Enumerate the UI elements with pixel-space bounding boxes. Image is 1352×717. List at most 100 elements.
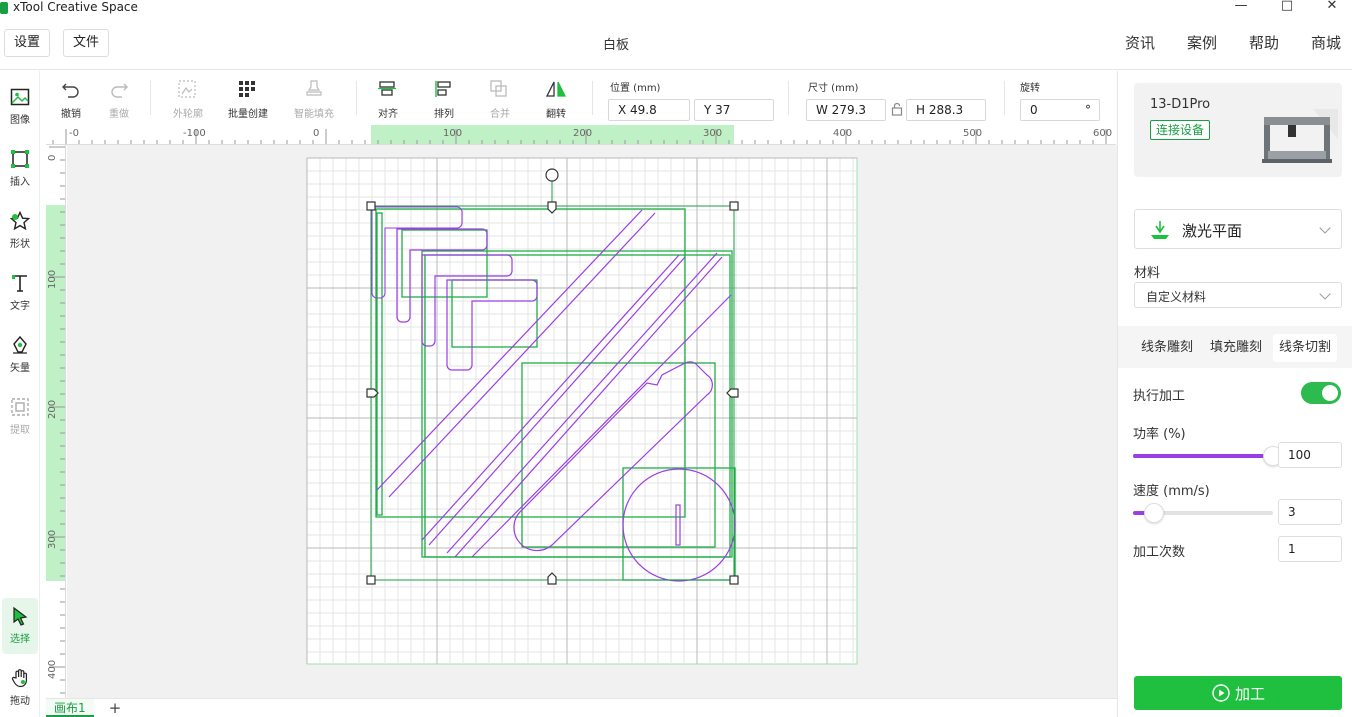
tool-image-label: 图像 xyxy=(10,115,30,126)
image-icon xyxy=(10,88,30,106)
nav-cases-link[interactable]: 案例 xyxy=(1187,32,1217,53)
select-cursor-icon xyxy=(13,606,28,626)
toolbar-divider xyxy=(356,81,357,115)
left-toolbar: 图像 插入 形状 文字 矢量 提取 选择 拖动 xyxy=(0,71,40,717)
rotate-input[interactable]: 0 ° xyxy=(1020,99,1100,121)
ruler-label: 200 xyxy=(47,400,58,419)
batch-create-button[interactable]: 批量创建 xyxy=(224,75,272,121)
speed-slider-knob[interactable] xyxy=(1144,503,1164,523)
redo-icon xyxy=(111,83,128,98)
resize-handle[interactable] xyxy=(366,575,376,585)
passes-input[interactable]: 1 xyxy=(1278,536,1342,562)
tool-select[interactable]: 选择 xyxy=(2,598,38,654)
material-select[interactable]: 自定义材料 xyxy=(1134,282,1342,308)
minimize-button[interactable]: — xyxy=(1226,0,1256,14)
design-canvas[interactable] xyxy=(67,145,1117,698)
ruler-label: 100 xyxy=(47,270,58,289)
close-button[interactable]: ✕ xyxy=(1317,0,1347,14)
add-canvas-button[interactable]: + xyxy=(106,699,124,717)
resize-handle[interactable] xyxy=(729,201,739,211)
app-logo-icon xyxy=(0,2,8,14)
size-label: 尺寸 (mm) xyxy=(808,83,859,94)
arrange-label: 排列 xyxy=(434,109,454,120)
tool-pan-label: 拖动 xyxy=(10,696,30,707)
outline-button[interactable]: 外轮廓 xyxy=(164,75,212,121)
laser-plane-icon xyxy=(1151,221,1169,239)
resize-handle[interactable] xyxy=(366,201,376,211)
ruler-label: 500 xyxy=(963,128,982,139)
power-slider[interactable] xyxy=(1133,446,1283,466)
rotate-unit: ° xyxy=(1085,103,1091,117)
smart-fill-label: 智能填充 xyxy=(294,109,334,120)
chevron-down-icon xyxy=(1319,288,1331,300)
device-card[interactable]: 13-D1Pro 连接设备 xyxy=(1134,83,1342,177)
tool-shape[interactable]: 形状 xyxy=(2,203,38,259)
tool-vector-label: 矢量 xyxy=(10,363,30,374)
tab-line-engrave[interactable]: 线条雕刻 xyxy=(1135,334,1199,362)
tool-image[interactable]: 图像 xyxy=(2,79,38,135)
tool-insert[interactable]: 插入 xyxy=(2,141,38,197)
stamp-icon xyxy=(306,80,322,96)
tool-extract[interactable]: 提取 xyxy=(2,389,38,445)
text-icon xyxy=(12,275,27,292)
rotate-handle[interactable] xyxy=(545,168,559,182)
app-title: xTool Creative Space xyxy=(13,0,138,14)
speed-slider[interactable] xyxy=(1133,503,1273,523)
canvas-tab[interactable]: 画布1 xyxy=(46,699,94,717)
undo-label: 撤销 xyxy=(61,109,81,120)
combine-icon xyxy=(490,80,507,97)
execute-toggle[interactable] xyxy=(1301,382,1341,404)
work-area xyxy=(306,157,858,665)
nav-news-link[interactable]: 资讯 xyxy=(1125,32,1155,53)
tool-pan[interactable]: 拖动 xyxy=(2,660,38,716)
power-slider-fill xyxy=(1133,454,1273,458)
material-value: 自定义材料 xyxy=(1146,290,1207,304)
combine-button[interactable]: 合并 xyxy=(480,75,520,121)
laser-mode-value: 激光平面 xyxy=(1182,222,1243,240)
power-input[interactable]: 100 xyxy=(1278,442,1342,468)
process-button[interactable]: 加工 xyxy=(1134,676,1342,710)
height-input[interactable]: H 288.3 xyxy=(906,99,986,121)
smart-fill-button[interactable]: 智能填充 xyxy=(284,75,344,121)
x-position-input[interactable]: X 49.8 xyxy=(608,99,690,121)
vector-pen-icon xyxy=(13,335,27,354)
extract-icon xyxy=(11,398,29,416)
tab-fill-engrave[interactable]: 填充雕刻 xyxy=(1204,334,1268,362)
tool-select-label: 选择 xyxy=(10,634,30,645)
rotate-value: 0 xyxy=(1030,103,1038,117)
insert-icon xyxy=(11,150,29,168)
settings-button[interactable]: 设置 xyxy=(4,29,51,57)
tab-line-cut[interactable]: 线条切割 xyxy=(1273,334,1338,362)
resize-handle[interactable] xyxy=(729,575,739,585)
tool-vector[interactable]: 矢量 xyxy=(2,327,38,383)
redo-button[interactable]: 重做 xyxy=(100,75,138,121)
toolbar-divider xyxy=(788,81,789,115)
undo-button[interactable]: 撤销 xyxy=(52,75,90,121)
tool-extract-label: 提取 xyxy=(10,425,30,436)
y-position-input[interactable]: Y 37 xyxy=(694,99,774,121)
redo-label: 重做 xyxy=(109,109,129,120)
flip-label: 翻转 xyxy=(546,109,566,120)
flip-button[interactable]: 翻转 xyxy=(536,75,576,121)
outline-label: 外轮廓 xyxy=(173,109,203,120)
speed-input[interactable]: 3 xyxy=(1278,499,1342,525)
tool-text[interactable]: 文字 xyxy=(2,265,38,321)
toolbar-divider xyxy=(1004,81,1005,115)
file-button[interactable]: 文件 xyxy=(63,29,110,57)
horizontal-ruler: -0 -100 0 100 200 300 400 500 600 xyxy=(46,125,1116,145)
align-button[interactable]: 对齐 xyxy=(368,75,408,121)
lock-ratio-icon[interactable] xyxy=(891,102,903,116)
connect-device-button[interactable]: 连接设备 xyxy=(1150,120,1211,140)
canvas-drawing[interactable] xyxy=(67,145,1117,698)
arrange-button[interactable]: 排列 xyxy=(424,75,464,121)
process-button-label: 加工 xyxy=(1235,685,1266,703)
width-input[interactable]: W 279.3 xyxy=(806,99,886,121)
tool-shape-label: 形状 xyxy=(10,239,30,250)
maximize-button[interactable]: □ xyxy=(1272,0,1302,14)
ruler-label: 300 xyxy=(703,128,722,139)
laser-mode-select[interactable]: 激光平面 xyxy=(1134,209,1342,249)
speed-label: 速度 (mm/s) xyxy=(1133,484,1210,499)
nav-store-link[interactable]: 商城 xyxy=(1311,32,1341,53)
nav-help-link[interactable]: 帮助 xyxy=(1249,32,1279,53)
laser-machine-icon xyxy=(1262,109,1338,163)
